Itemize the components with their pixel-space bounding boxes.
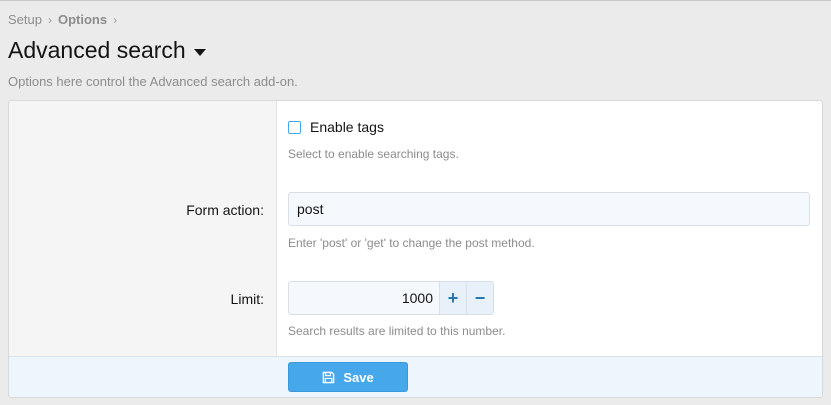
form-action-hint: Enter 'post' or 'get' to change the post… bbox=[288, 236, 535, 250]
save-button[interactable]: Save bbox=[288, 362, 408, 392]
caret-down-icon[interactable] bbox=[193, 48, 206, 56]
limit-input[interactable]: 1000 bbox=[289, 282, 439, 314]
title-row: Advanced search bbox=[8, 37, 206, 64]
breadcrumb-options[interactable]: Options bbox=[58, 12, 107, 27]
label-column bbox=[9, 101, 277, 356]
floppy-disk-icon bbox=[323, 371, 335, 383]
limit-label: Limit: bbox=[230, 291, 264, 307]
page: Setup › Options › Advanced search Option… bbox=[0, 0, 831, 405]
form-action-input[interactable]: post bbox=[288, 192, 810, 226]
breadcrumb-separator: › bbox=[113, 12, 118, 27]
page-description: Options here control the Advanced search… bbox=[8, 74, 298, 89]
breadcrumb: Setup › Options › bbox=[8, 12, 117, 27]
enable-tags-label[interactable]: Enable tags bbox=[310, 119, 384, 135]
limit-stepper: 1000 + − bbox=[288, 281, 494, 315]
minus-icon: − bbox=[474, 287, 486, 308]
decrement-button[interactable]: − bbox=[466, 282, 493, 314]
form-footer: Save bbox=[9, 356, 822, 397]
page-title: Advanced search bbox=[8, 37, 186, 63]
enable-tags-hint: Select to enable searching tags. bbox=[288, 147, 459, 161]
options-panel: Enable tags Select to enable searching t… bbox=[8, 100, 823, 398]
limit-hint: Search results are limited to this numbe… bbox=[288, 324, 506, 338]
enable-tags-checkbox[interactable] bbox=[288, 120, 301, 134]
increment-button[interactable]: + bbox=[439, 282, 466, 314]
form-action-value: post bbox=[297, 201, 324, 217]
plus-icon: + bbox=[447, 287, 459, 308]
save-label: Save bbox=[343, 369, 374, 385]
form-action-label: Form action: bbox=[186, 202, 264, 218]
breadcrumb-setup[interactable]: Setup bbox=[8, 12, 42, 27]
breadcrumb-separator: › bbox=[47, 12, 52, 27]
enable-tags-option[interactable]: Enable tags bbox=[288, 119, 384, 135]
